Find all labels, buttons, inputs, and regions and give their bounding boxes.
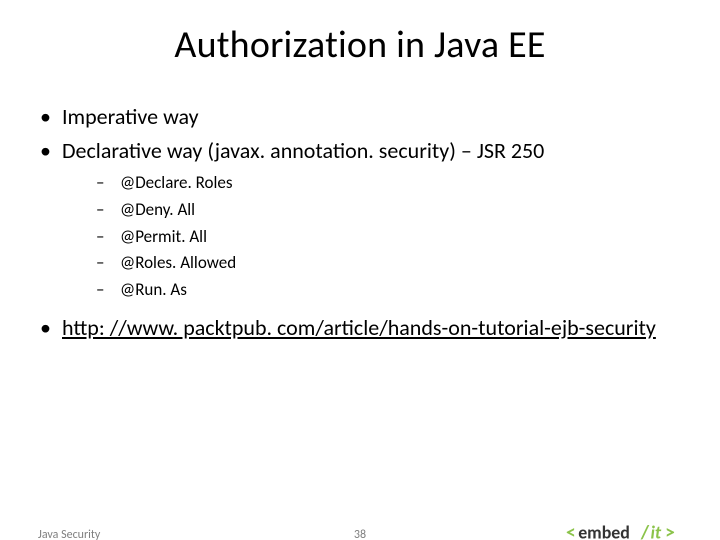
sub-run-as: @Run. As: [62, 278, 684, 303]
sub-permit-all: @Permit. All: [62, 225, 684, 250]
logo-slash: /: [640, 521, 650, 540]
bullet-declarative: Declarative way (javax. annotation. secu…: [36, 136, 684, 303]
tutorial-link[interactable]: http: //www. packtpub. com/article/hands…: [62, 314, 656, 341]
logo-embed: embed: [578, 522, 630, 540]
sub-roles-allowed: @Roles. Allowed: [62, 251, 684, 276]
bullet-declarative-text: Declarative way (javax. annotation. secu…: [62, 137, 544, 164]
slide-title: Authorization in Java EE: [0, 22, 720, 68]
logo-it: it: [651, 522, 662, 540]
sub-declare-roles: @Declare. Roles: [62, 171, 684, 196]
bullet-imperative: Imperative way: [36, 102, 684, 132]
embedit-logo: < embed / it >: [566, 518, 696, 540]
slide-body: Imperative way Declarative way (javax. a…: [36, 102, 684, 342]
sub-deny-all: @Deny. All: [62, 198, 684, 223]
bullet-link: http: //www. packtpub. com/article/hands…: [36, 313, 684, 343]
slide-footer: Java Security 38 < embed / it >: [0, 518, 720, 540]
logo-lt: <: [566, 521, 576, 540]
logo-gt: >: [665, 521, 675, 540]
